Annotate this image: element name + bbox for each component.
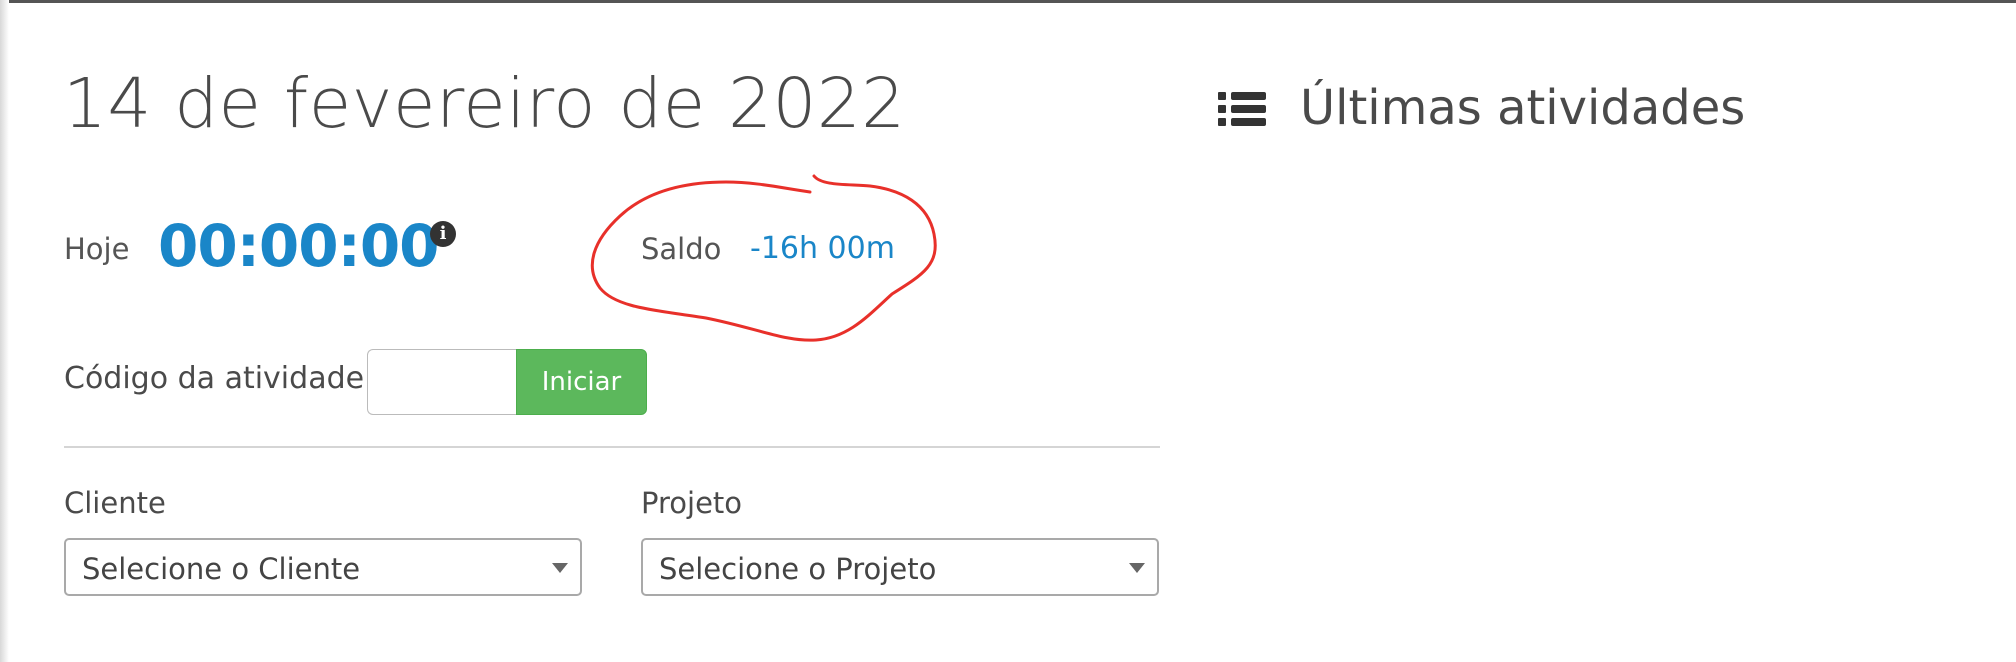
project-label: Projeto [641, 486, 743, 520]
client-label: Cliente [64, 486, 166, 520]
top-border [0, 0, 2016, 3]
page-title: 14 de fevereiro de 2022 [63, 64, 906, 144]
today-timer: 00:00:00 [158, 212, 440, 280]
client-select-value: Selecione o Cliente [82, 552, 361, 586]
chevron-down-icon [1129, 563, 1145, 573]
activity-code-input[interactable] [367, 349, 517, 415]
time-tracking-page: 14 de fevereiro de 2022 Hoje 00:00:00 i … [0, 0, 2016, 662]
chevron-down-icon [552, 563, 568, 573]
left-shadow [0, 0, 9, 662]
list-icon [1218, 92, 1266, 126]
annotation-circle [590, 174, 937, 342]
today-label: Hoje [64, 232, 130, 266]
recent-activities-title: Últimas atividades [1300, 80, 1746, 136]
info-icon[interactable]: i [430, 221, 456, 247]
client-select[interactable]: Selecione o Cliente [64, 538, 582, 596]
activity-code-label: Código da atividade [64, 361, 365, 396]
project-select[interactable]: Selecione o Projeto [641, 538, 1159, 596]
start-button[interactable]: Iniciar [516, 349, 647, 415]
divider [64, 446, 1160, 448]
project-select-value: Selecione o Projeto [659, 552, 937, 586]
